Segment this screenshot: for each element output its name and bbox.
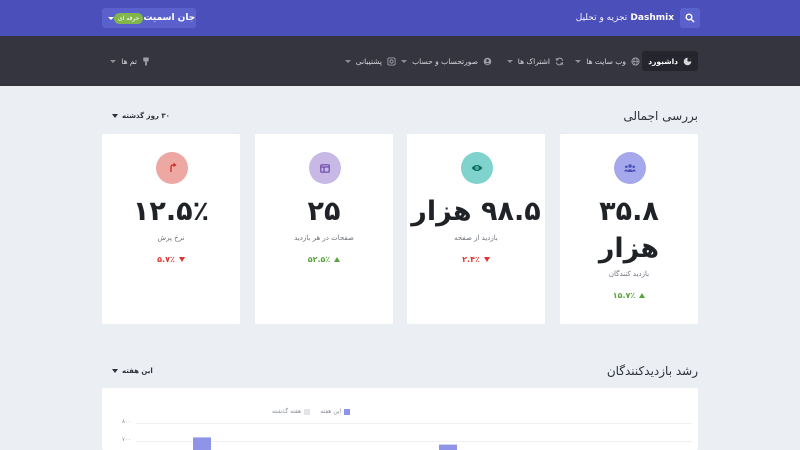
overview-range-dropdown[interactable]: ۳۰ روز گذشته	[112, 112, 170, 120]
eye-icon	[471, 165, 483, 171]
chevron-down-icon	[401, 59, 408, 63]
user-name: جان اسمیت	[143, 13, 196, 23]
stat-value-unit: هزار	[598, 233, 660, 264]
arrow-up-icon	[334, 257, 341, 262]
nav-item-label: اشتراک ها	[517, 56, 550, 66]
bar-this-week[interactable]	[439, 444, 457, 450]
users-icon	[624, 164, 636, 172]
life-ring-icon	[387, 56, 396, 66]
stat-change: ۲.۴٪	[407, 255, 545, 264]
nav-item-label: تم ها	[121, 56, 137, 66]
nav-item-label: صورتحساب و حساب	[412, 56, 478, 66]
stat-card-pages-per-visit: ۲۵ صفحات در هر بازدید ۵۲.۵٪	[255, 134, 393, 324]
nav-item-websites[interactable]: وب سایت ها	[575, 51, 640, 71]
stat-icon-badge	[614, 152, 646, 184]
arrow-up-icon	[639, 293, 646, 298]
sync-icon	[555, 57, 564, 65]
user-circle-icon	[483, 57, 492, 65]
arrow-down-icon	[178, 257, 185, 262]
nav-item-support[interactable]: پشتیبانی	[344, 51, 396, 71]
chevron-down-icon	[344, 59, 351, 63]
stat-label: بازدید از صفحه	[454, 234, 498, 242]
stat-icon-badge	[156, 152, 188, 184]
chevron-down-icon	[575, 59, 582, 63]
brand-name: Dashmix	[630, 13, 674, 23]
stat-value: ۱۲.۵٪	[132, 196, 210, 227]
nav-item-billing[interactable]: صورتحساب و حساب	[401, 51, 492, 71]
nav-item-subscriptions[interactable]: اشتراک ها	[506, 51, 564, 71]
stat-label: نرخ پرش	[157, 234, 185, 242]
search-button[interactable]	[680, 8, 700, 28]
window-icon	[320, 163, 330, 173]
search-icon	[685, 13, 695, 23]
nav-item-label: داشبورد	[648, 56, 678, 66]
stat-card-pageviews: ۹۸.۵ هزار بازدید از صفحه ۲.۴٪	[407, 134, 545, 324]
globe-icon	[631, 56, 640, 66]
stat-change-value: ۵۲.۵٪	[307, 255, 331, 264]
nav-item-label: پشتیبانی	[355, 56, 382, 66]
chart-bars	[193, 437, 457, 450]
chevron-down-icon	[110, 59, 117, 63]
arrow-down-icon	[483, 257, 490, 262]
growth-title: رشد بازدیدکنندگان	[606, 364, 698, 378]
stat-label: بازدید کنندگان	[608, 270, 650, 278]
nav-item-themes[interactable]: تم ها	[110, 51, 150, 71]
stat-value: ۹۸.۵ هزار	[411, 196, 541, 227]
chart-pie-icon	[683, 57, 692, 65]
brand-subtitle: تجزیه و تحلیل	[575, 13, 628, 23]
nav-item-label: وب سایت ها	[586, 56, 626, 66]
stat-change: ۵۲.۵٪	[255, 255, 393, 264]
stat-change-value: ۲.۴٪	[462, 255, 480, 264]
stat-icon-badge	[461, 152, 493, 184]
chevron-down-icon	[112, 369, 118, 373]
stat-card-visitors: ۳۵.۸ هزار بازدید کنندگان ۱۵.۷٪	[560, 134, 698, 324]
stat-value: ۳۵.۸	[599, 196, 659, 227]
overview-title: بررسی اجمالی	[623, 109, 698, 123]
pro-badge: حرفه ای	[114, 12, 144, 24]
stat-change: ۱۵.۷٪	[560, 291, 698, 300]
brand: Dashmix تجزیه و تحلیل	[576, 8, 700, 28]
user-menu-button[interactable]: حرفه ای جان اسمیت	[102, 8, 196, 28]
stat-label: صفحات در هر بازدید	[294, 234, 354, 242]
bar-this-week[interactable]	[193, 437, 211, 450]
brush-icon	[143, 56, 149, 66]
external-link-icon	[169, 163, 177, 172]
nav-item-dashboard[interactable]: داشبورد	[642, 51, 698, 71]
range-label: ۳۰ روز گذشته	[122, 112, 170, 120]
stat-icon-badge	[309, 152, 341, 184]
growth-range-dropdown[interactable]: این هفته	[112, 367, 153, 375]
stat-change-value: ۵.۷٪	[157, 255, 175, 264]
visitor-growth-chart: این هفته هفته گذشته ۸۰۰ ۷۰۰	[102, 388, 698, 450]
stat-change-value: ۱۵.۷٪	[612, 291, 636, 300]
top-header: Dashmix تجزیه و تحلیل حرفه ای جان اسمیت	[0, 0, 800, 36]
range-label: این هفته	[122, 367, 153, 375]
chevron-down-icon	[112, 114, 118, 118]
stat-change: ۵.۷٪	[102, 255, 240, 264]
main-navigation: داشبورد وب سایت ها اشتراک ها صورتحساب و …	[0, 36, 800, 86]
stat-card-bounce-rate: ۱۲.۵٪ نرخ پرش ۵.۷٪	[102, 134, 240, 324]
stat-value: ۲۵	[307, 196, 341, 227]
chevron-down-icon	[506, 59, 513, 63]
brand-logo[interactable]: Dashmix تجزیه و تحلیل	[576, 13, 674, 23]
